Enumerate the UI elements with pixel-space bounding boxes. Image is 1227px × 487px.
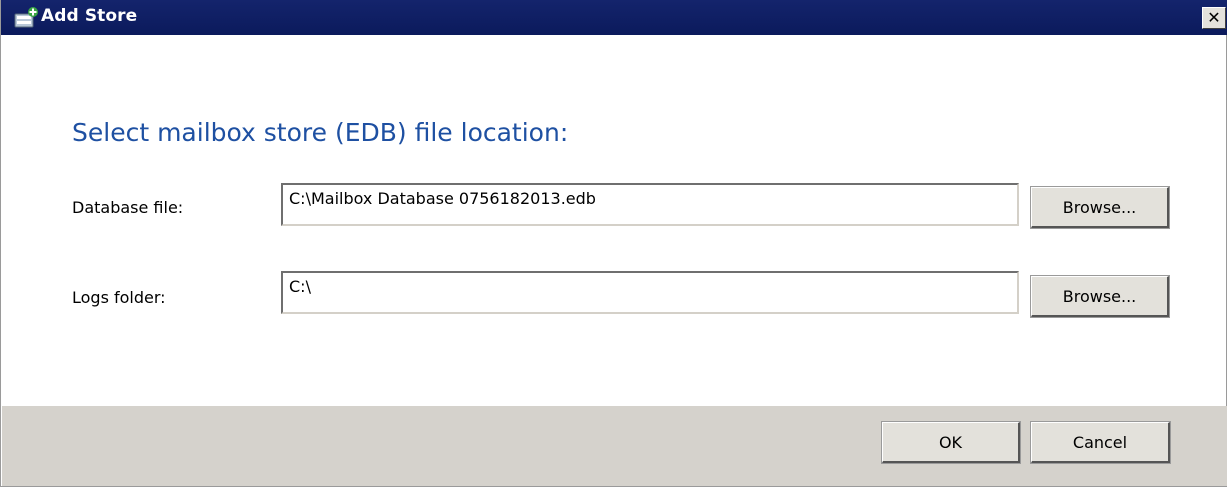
add-store-dialog: Add Store ✕ Select mailbox store (EDB) f… xyxy=(0,0,1227,487)
browse-database-button[interactable]: Browse... xyxy=(1030,186,1170,229)
cancel-button[interactable]: Cancel xyxy=(1030,421,1171,464)
title-bar[interactable]: Add Store ✕ xyxy=(1,0,1227,35)
database-file-input[interactable]: C:\Mailbox Database 0756182013.edb xyxy=(281,183,1019,226)
database-file-label: Database file: xyxy=(72,198,184,217)
dialog-footer: OK Cancel xyxy=(2,406,1227,486)
page-title: Select mailbox store (EDB) file location… xyxy=(72,118,569,147)
window-title: Add Store xyxy=(41,6,138,26)
ok-button[interactable]: OK xyxy=(881,421,1021,464)
logs-folder-input[interactable]: C:\ xyxy=(281,271,1019,314)
logs-folder-label: Logs folder: xyxy=(72,288,166,307)
close-button[interactable]: ✕ xyxy=(1202,7,1226,29)
database-store-icon xyxy=(14,7,38,28)
close-icon: ✕ xyxy=(1207,8,1221,27)
browse-logs-button[interactable]: Browse... xyxy=(1030,275,1170,318)
